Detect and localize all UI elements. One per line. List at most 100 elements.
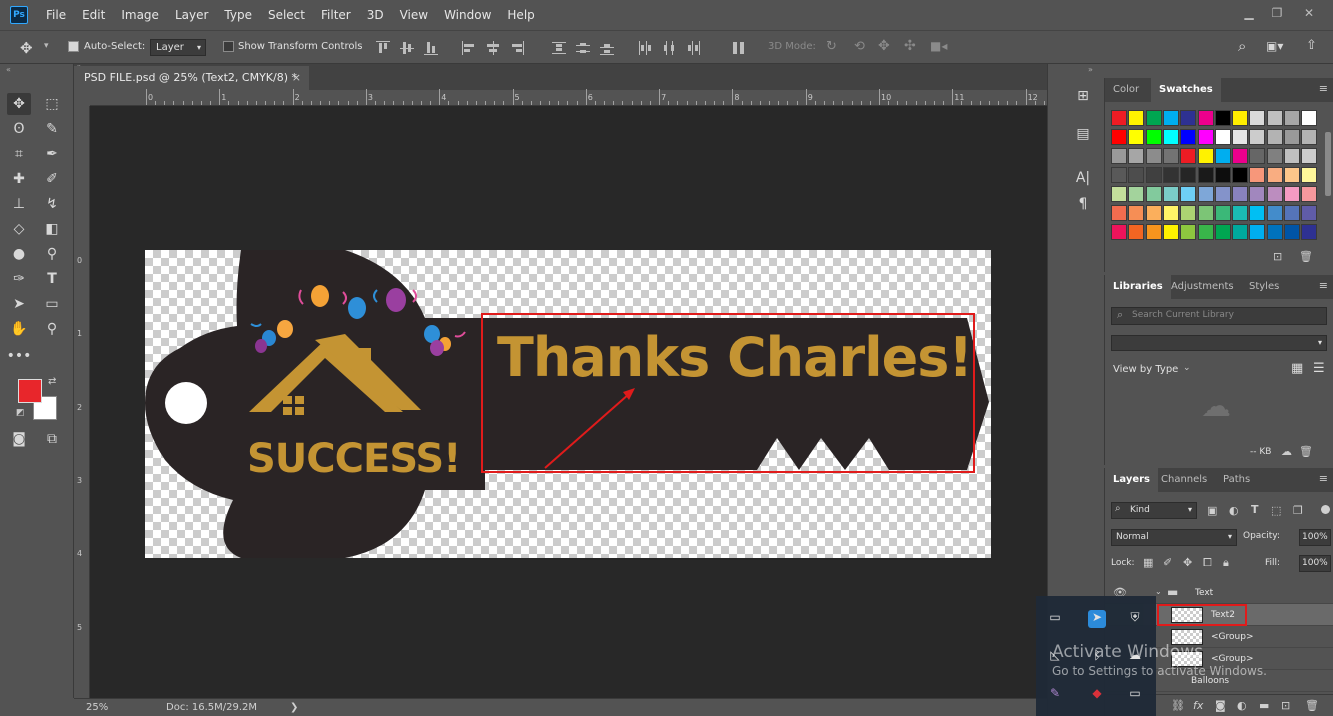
share-icon[interactable]: ⇧ xyxy=(1306,38,1317,53)
restore-icon[interactable]: ❐ xyxy=(1266,6,1288,22)
horizontal-ruler[interactable]: 0 1 2 3 4 5 6 7 8 9 10 11 12 xyxy=(90,89,1091,106)
color-swatch[interactable] xyxy=(1266,110,1283,126)
align-horizontal-center-icon[interactable] xyxy=(486,41,500,55)
auto-select-dropdown[interactable]: Layer ▾ xyxy=(150,39,206,56)
menu-help[interactable]: Help xyxy=(499,0,542,30)
grid-view-icon[interactable]: ▦ xyxy=(1291,361,1303,376)
color-swatch[interactable] xyxy=(1111,167,1127,183)
layer-filter-kind-dropdown[interactable]: Kind ▾ xyxy=(1111,502,1197,519)
view-by-type-label[interactable]: View by Type xyxy=(1113,364,1178,375)
path-selection-tool-icon[interactable]: ➤ xyxy=(7,293,31,315)
align-bottom-icon[interactable] xyxy=(424,41,438,55)
adjustment-layer-icon[interactable]: ◐ xyxy=(1237,699,1247,712)
add-mask-icon[interactable]: ◙ xyxy=(1215,699,1226,712)
color-swatch[interactable] xyxy=(1284,167,1300,183)
color-swatch[interactable] xyxy=(1180,110,1197,126)
tab-styles[interactable]: Styles xyxy=(1241,275,1287,299)
close-tab-icon[interactable]: × xyxy=(292,66,301,90)
color-swatch[interactable] xyxy=(1214,224,1231,240)
tab-swatches[interactable]: Swatches xyxy=(1151,78,1221,102)
filter-shape-icon[interactable]: ⬚ xyxy=(1271,504,1281,517)
tab-paths[interactable]: Paths xyxy=(1215,468,1258,492)
color-swatch[interactable] xyxy=(1284,129,1300,145)
edit-toolbar-icon[interactable]: ••• xyxy=(7,345,32,367)
expand-panels-icon[interactable]: » xyxy=(1088,65,1093,74)
history-brush-tool-icon[interactable]: ↯ xyxy=(40,193,64,215)
hand-tool-icon[interactable]: ✋ xyxy=(7,318,31,340)
chevron-down-icon[interactable]: ⌄ xyxy=(1155,587,1162,596)
color-swatch[interactable] xyxy=(1232,148,1249,164)
color-swatch[interactable] xyxy=(1145,148,1162,164)
photoshop-logo-icon[interactable]: Ps xyxy=(10,6,28,24)
character-icon[interactable]: A| xyxy=(1074,170,1092,188)
color-swatch[interactable] xyxy=(1180,129,1197,145)
show-transform-checkbox[interactable] xyxy=(223,41,234,52)
color-swatch[interactable] xyxy=(1266,186,1283,202)
color-swatch[interactable] xyxy=(1197,224,1214,240)
zoom-level[interactable]: 25% xyxy=(86,702,108,713)
eyedropper-tool-icon[interactable]: ✒ xyxy=(40,143,64,165)
tab-layers[interactable]: Layers xyxy=(1105,468,1158,492)
color-swatch[interactable] xyxy=(1301,186,1318,202)
color-swatch[interactable] xyxy=(1249,205,1266,221)
blur-tool-icon[interactable]: ● xyxy=(7,243,31,265)
chevron-down-icon[interactable]: ⌄ xyxy=(1183,363,1191,373)
eraser-tool-icon[interactable]: ◇ xyxy=(7,218,31,240)
color-swatch[interactable] xyxy=(1197,186,1214,202)
menu-3d[interactable]: 3D xyxy=(359,0,392,30)
menu-window[interactable]: Window xyxy=(436,0,499,30)
search-icon[interactable]: ⌕ xyxy=(1238,37,1246,55)
filter-type-icon[interactable]: T xyxy=(1251,503,1259,516)
color-swatch[interactable] xyxy=(1284,205,1300,221)
lock-all-icon[interactable]: 🔒︎ xyxy=(1223,556,1229,570)
shield-icon[interactable]: ⛨ xyxy=(1126,610,1144,628)
color-swatch[interactable] xyxy=(1232,186,1249,202)
tab-adjustments[interactable]: Adjustments xyxy=(1163,275,1242,299)
color-swatch[interactable] xyxy=(1232,129,1249,145)
tab-libraries[interactable]: Libraries xyxy=(1105,275,1171,299)
align-left-icon[interactable] xyxy=(462,41,476,55)
screen-mode-icon[interactable]: ⧉ xyxy=(40,428,64,450)
brush-tool-icon[interactable]: ✐ xyxy=(40,168,64,190)
3d-pan-icon[interactable]: ✥ xyxy=(878,38,890,54)
fx-icon[interactable]: fx xyxy=(1193,699,1203,712)
color-swatch[interactable] xyxy=(1145,110,1162,126)
color-swatch[interactable] xyxy=(1249,167,1266,183)
history-icon[interactable]: ⊞ xyxy=(1074,88,1092,106)
dodge-tool-icon[interactable]: ⚲ xyxy=(40,243,64,265)
quick-mask-icon[interactable]: ◙ xyxy=(7,428,31,450)
3d-rotate-icon[interactable]: ↻ xyxy=(826,39,837,54)
default-colors-icon[interactable]: ◩ xyxy=(16,408,25,418)
menu-file[interactable]: File xyxy=(38,0,74,30)
color-swatch[interactable] xyxy=(1249,129,1266,145)
menu-view[interactable]: View xyxy=(392,0,436,30)
delete-icon[interactable]: 🗑︎ xyxy=(1299,445,1313,458)
paragraph-icon[interactable]: ¶ xyxy=(1074,196,1092,214)
feather-icon[interactable]: ✎ xyxy=(1046,686,1064,704)
color-swatch[interactable] xyxy=(1284,110,1300,126)
move-tool-icon[interactable]: ✥ xyxy=(20,39,33,57)
color-swatch[interactable] xyxy=(1249,224,1266,240)
opacity-input[interactable]: 100% xyxy=(1299,529,1331,546)
align-vertical-center-icon[interactable] xyxy=(400,41,414,55)
color-swatch[interactable] xyxy=(1266,148,1283,164)
color-swatch[interactable] xyxy=(1284,148,1300,164)
color-swatch[interactable] xyxy=(1145,186,1162,202)
color-swatch[interactable] xyxy=(1145,129,1162,145)
lock-image-icon[interactable]: ✐ xyxy=(1163,556,1172,569)
quick-selection-tool-icon[interactable]: ✎ xyxy=(40,118,64,140)
move-tool-icon[interactable]: ✥ xyxy=(7,93,31,115)
gradient-tool-icon[interactable]: ◧ xyxy=(40,218,64,240)
color-swatch[interactable] xyxy=(1249,110,1266,126)
color-swatch[interactable] xyxy=(1180,167,1197,183)
color-swatch[interactable] xyxy=(1197,148,1214,164)
library-dropdown[interactable]: ▾ xyxy=(1111,335,1327,351)
color-swatch[interactable] xyxy=(1214,167,1231,183)
color-swatch[interactable] xyxy=(1266,205,1283,221)
color-swatch[interactable] xyxy=(1232,167,1249,183)
color-swatch[interactable] xyxy=(1249,148,1266,164)
close-window-icon[interactable]: ✕ xyxy=(1298,6,1320,22)
menu-type[interactable]: Type xyxy=(216,0,260,30)
color-swatch[interactable] xyxy=(1111,148,1127,164)
color-swatch[interactable] xyxy=(1266,129,1283,145)
